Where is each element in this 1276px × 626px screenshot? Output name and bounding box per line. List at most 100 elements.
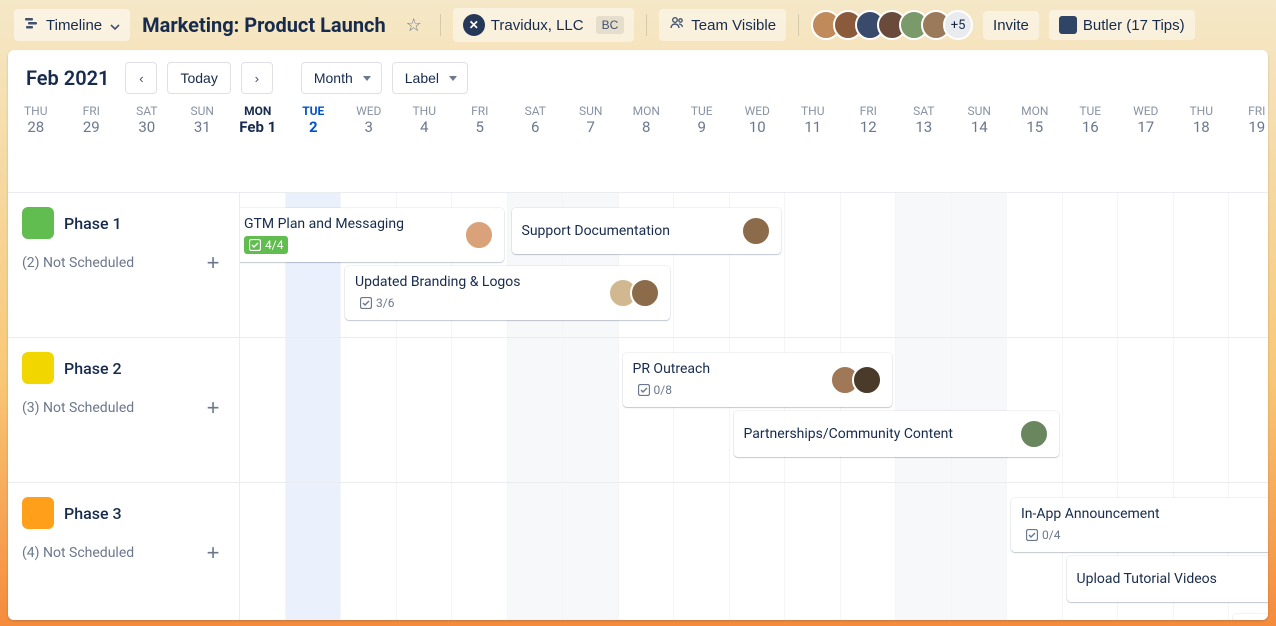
lane-color-swatch <box>22 207 54 239</box>
divider <box>440 14 441 36</box>
day-header-row: THU28FRI29SAT30SUN31MONFeb 1TUE2WED3THU4… <box>8 100 1268 146</box>
avatar-overflow[interactable]: +5 <box>943 10 973 40</box>
group-dropdown[interactable]: Label <box>392 62 468 94</box>
timeline-card[interactable]: Ne <box>1233 614 1268 620</box>
add-card-button[interactable]: + <box>201 541 225 565</box>
checklist-badge: 0/8 <box>633 381 677 399</box>
lane: Phase 1 (2) Not Scheduled + <box>8 192 239 337</box>
lane-unscheduled-count[interactable]: (3) Not Scheduled <box>22 400 134 416</box>
lane-unscheduled-count[interactable]: (4) Not Scheduled <box>22 545 134 561</box>
day-header: THU11 <box>785 100 841 146</box>
checklist-badge: 3/6 <box>355 294 399 312</box>
day-header: FRI29 <box>64 100 120 146</box>
visibility-button[interactable]: Team Visible <box>659 9 786 41</box>
prev-button[interactable]: ‹ <box>125 62 157 94</box>
view-switcher[interactable]: Timeline <box>14 9 130 41</box>
timeline-card[interactable]: PR Outreach 0/8 <box>623 353 893 407</box>
card-avatar <box>464 220 494 250</box>
timeline-toolbar: Feb 2021 ‹ Today › Month Label <box>8 50 1268 102</box>
card-avatar <box>1019 419 1049 449</box>
card-avatars <box>741 216 771 246</box>
timeline-card[interactable]: Partnerships/Community Content <box>734 411 1059 457</box>
card-avatars <box>830 365 882 395</box>
day-header: SAT30 <box>119 100 175 146</box>
day-header: MON15 <box>1007 100 1063 146</box>
card-avatar <box>852 365 882 395</box>
current-month: Feb 2021 <box>26 66 109 90</box>
member-avatar-stack[interactable]: +5 <box>811 10 973 40</box>
timeline-card[interactable]: In-App Announcement 0/4 <box>1011 498 1268 552</box>
lane: Phase 3 (4) Not Scheduled + <box>8 482 239 620</box>
timeline-card[interactable]: Upload Tutorial Videos <box>1067 556 1269 602</box>
card-title: In-App Announcement <box>1021 506 1160 522</box>
timeline-card[interactable]: GTM Plan and Messaging 4/4 <box>234 208 504 262</box>
day-header: FRI12 <box>841 100 897 146</box>
star-button[interactable]: ☆ <box>400 11 428 40</box>
board-title[interactable]: Marketing: Product Launch <box>142 13 386 37</box>
card-title: Partnerships/Community Content <box>744 426 953 442</box>
card-avatars <box>1019 419 1049 449</box>
day-header: SUN7 <box>563 100 619 146</box>
day-header: MON8 <box>619 100 675 146</box>
day-header: SUN31 <box>175 100 231 146</box>
day-header: MONFeb 1 <box>230 100 286 146</box>
star-icon: ☆ <box>406 15 422 35</box>
card-avatar <box>741 216 771 246</box>
team-icon <box>669 15 685 35</box>
next-button[interactable]: › <box>241 62 273 94</box>
day-header: FRI5 <box>452 100 508 146</box>
butler-label: Butler (17 Tips) <box>1083 17 1185 34</box>
day-header: THU28 <box>8 100 64 146</box>
board-header: Timeline Marketing: Product Launch ☆ ✕ T… <box>0 0 1276 50</box>
add-card-button[interactable]: + <box>201 251 225 275</box>
today-button[interactable]: Today <box>167 62 230 94</box>
invite-button[interactable]: Invite <box>983 11 1039 40</box>
workspace-logo: ✕ <box>463 14 485 36</box>
card-avatars <box>464 220 494 250</box>
chevron-right-icon: › <box>255 71 259 86</box>
butler-button[interactable]: Butler (17 Tips) <box>1049 10 1195 40</box>
divider <box>798 14 799 36</box>
checklist-badge: 0/4 <box>1021 526 1065 544</box>
scale-dropdown[interactable]: Month <box>301 62 382 94</box>
day-header: THU18 <box>1174 100 1230 146</box>
invite-label: Invite <box>993 17 1029 34</box>
lane-unscheduled-count[interactable]: (2) Not Scheduled <box>22 255 134 271</box>
lane-sidebar: Phase 1 (2) Not Scheduled + Phase 2 (3) Not … <box>8 192 240 620</box>
card-title: GTM Plan and Messaging <box>244 216 404 232</box>
day-header: THU4 <box>397 100 453 146</box>
card-avatar <box>630 278 660 308</box>
timeline-card[interactable]: Support Documentation <box>512 208 782 254</box>
checklist-badge: 4/4 <box>244 236 288 254</box>
timeline-grid: GTM Plan and Messaging 4/4 Support Documen… <box>8 146 1268 620</box>
lane-color-swatch <box>22 352 54 384</box>
day-header: FRI19 <box>1229 100 1268 146</box>
workspace-name: Travidux, LLC <box>491 17 584 34</box>
timeline-panel: Feb 2021 ‹ Today › Month Label THU28FRI2… <box>8 50 1268 620</box>
lane-title: Phase 2 <box>64 359 122 378</box>
day-header: TUE16 <box>1063 100 1119 146</box>
day-header: TUE9 <box>674 100 730 146</box>
lane-title: Phase 1 <box>64 214 122 233</box>
day-header: SUN14 <box>952 100 1008 146</box>
card-title: PR Outreach <box>633 361 711 377</box>
day-header: SAT13 <box>896 100 952 146</box>
timeline-card[interactable]: Updated Branding & Logos3/6 <box>345 266 670 320</box>
divider <box>646 14 647 36</box>
add-card-button[interactable]: + <box>201 396 225 420</box>
workspace-button[interactable]: ✕ Travidux, LLC BC <box>453 8 634 42</box>
card-title: Support Documentation <box>522 223 670 239</box>
butler-icon <box>1059 16 1077 34</box>
day-header: WED10 <box>730 100 786 146</box>
lane: Phase 2 (3) Not Scheduled + <box>8 337 239 482</box>
day-header: WED3 <box>341 100 397 146</box>
day-header: WED17 <box>1118 100 1174 146</box>
day-header: TUE2 <box>286 100 342 146</box>
card-title: Upload Tutorial Videos <box>1077 571 1217 587</box>
chevron-down-icon <box>110 17 120 34</box>
timeline-icon <box>24 15 40 35</box>
workspace-plan-badge: BC <box>596 16 625 34</box>
view-switcher-label: Timeline <box>46 17 102 34</box>
day-header: SAT6 <box>508 100 564 146</box>
lane-title: Phase 3 <box>64 504 122 523</box>
